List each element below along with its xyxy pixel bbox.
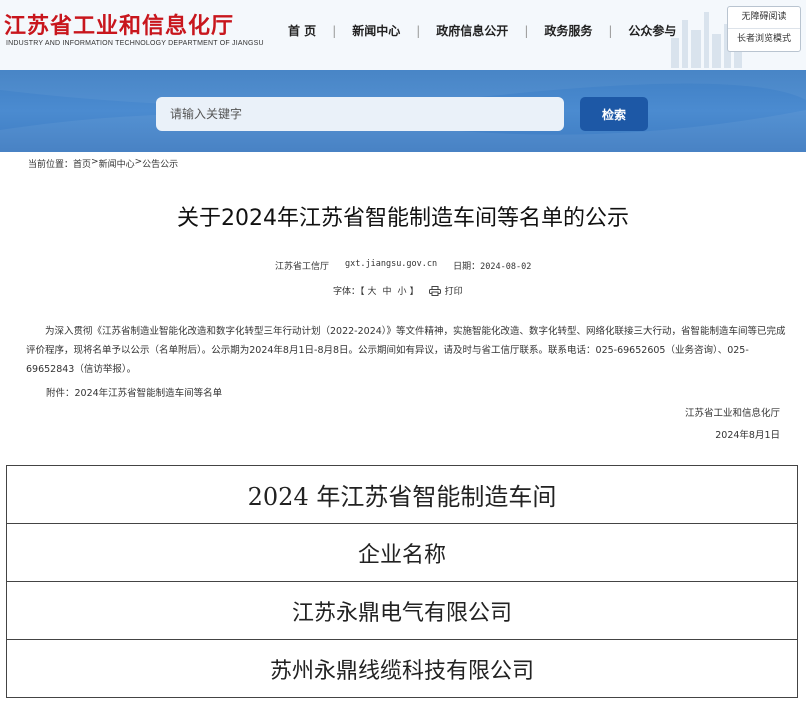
breadcrumb-separator: > (91, 157, 99, 167)
nav-services[interactable]: 政务服务 (528, 22, 608, 39)
table-header-row: 企业名称 (6, 523, 798, 582)
breadcrumb-news[interactable]: 新闻中心 (99, 157, 135, 170)
font-size-large[interactable]: 大 (365, 284, 380, 297)
article-source: 江苏省工信厅 (275, 262, 330, 272)
table-row: 江苏永鼎电气有限公司 (6, 581, 798, 640)
nav-gov-info[interactable]: 政府信息公开 (420, 22, 524, 39)
table-cell-company: 苏州永鼎线缆科技有限公司 (6, 639, 798, 698)
site-logo-title[interactable]: 江苏省工业和信息化厅 (4, 8, 234, 40)
enterprise-list-table: 2024 年江苏省智能制造车间 企业名称 江苏永鼎电气有限公司 苏州永鼎线缆科技… (6, 465, 798, 698)
site-logo-subtitle: INDUSTRY AND INFORMATION TECHNOLOGY DEPA… (6, 40, 264, 47)
printer-icon (428, 285, 441, 296)
article-paragraph: 为深入贯彻《江苏省制造业智能化改造和数字化转型三年行动计划（2022-2024）… (26, 326, 786, 375)
nav-home[interactable]: 首 页 (272, 22, 332, 39)
search-banner: 检索 (0, 70, 806, 152)
accessibility-box: 无障碍阅读 长者浏览模式 (727, 6, 801, 52)
article-date-group: 日期：2024-08-02 (453, 259, 531, 272)
font-size-controls: 字体：【 大 中 小 】 打印 (333, 284, 463, 297)
barrier-free-button[interactable]: 无障碍阅读 (728, 7, 800, 28)
site-header: 江苏省工业和信息化厅 INDUSTRY AND INFORMATION TECH… (0, 0, 806, 70)
article-site: gxt.jiangsu.gov.cn (345, 259, 438, 269)
article-meta: 江苏省工信厅 gxt.jiangsu.gov.cn 日期：2024-08-02 (275, 259, 531, 272)
main-nav: 首 页 | 新闻中心 | 政府信息公开 | 政务服务 | 公众参与 (272, 22, 692, 39)
breadcrumb-notices[interactable]: 公告公示 (142, 157, 178, 170)
breadcrumb: 当前位置： 首页 > 新闻中心 > 公告公示 (28, 157, 178, 170)
article-date: 2024-08-02 (480, 262, 532, 272)
table-caption-row: 2024 年江苏省智能制造车间 (6, 465, 798, 524)
breadcrumb-separator: > (134, 157, 143, 167)
font-size-small[interactable]: 小 (395, 284, 410, 297)
font-size-medium[interactable]: 中 (380, 284, 395, 297)
nav-news[interactable]: 新闻中心 (336, 22, 416, 39)
signature-org: 江苏省工业和信息化厅 (684, 408, 780, 419)
table-caption: 2024 年江苏省智能制造车间 (6, 465, 798, 524)
table-row: 苏州永鼎线缆科技有限公司 (6, 639, 798, 698)
attachment-link[interactable]: 附件：2024年江苏省智能制造车间等名单 (46, 385, 222, 399)
search-button[interactable]: 检索 (580, 97, 648, 131)
breadcrumb-prefix: 当前位置： (28, 160, 74, 170)
table-cell-company: 江苏永鼎电气有限公司 (6, 581, 798, 640)
font-size-label: 字体：【 (333, 287, 365, 297)
article-title: 关于2024年江苏省智能制造车间等名单的公示 (177, 206, 629, 231)
search-input[interactable] (156, 97, 564, 131)
breadcrumb-home[interactable]: 首页 (73, 157, 91, 170)
elderly-mode-button[interactable]: 长者浏览模式 (728, 28, 800, 50)
print-label: 打印 (444, 287, 463, 297)
signature-date: 2024年8月1日 (715, 430, 780, 441)
article-body: 为深入贯彻《江苏省制造业智能化改造和数字化转型三年行动计划（2022-2024）… (26, 322, 786, 379)
article-date-label: 日期： (453, 262, 481, 272)
font-size-close: 】 (409, 287, 419, 297)
table-header-cell: 企业名称 (6, 523, 798, 582)
nav-participation[interactable]: 公众参与 (612, 22, 692, 39)
print-button[interactable]: 打印 (428, 284, 463, 297)
